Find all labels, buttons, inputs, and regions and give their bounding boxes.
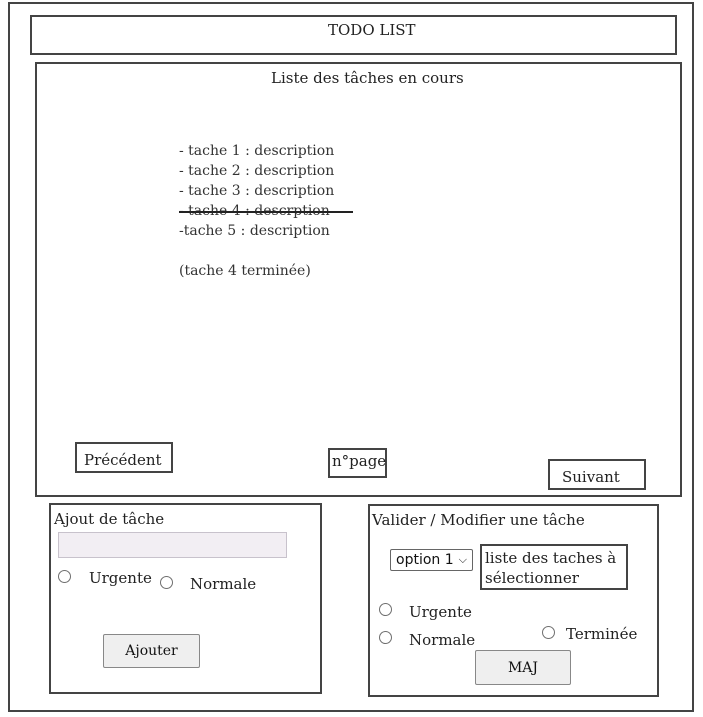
urgent-radio-label: Urgente — [89, 569, 152, 587]
add-task-heading: Ajout de tâche — [54, 510, 165, 528]
page-number: n°page — [328, 448, 387, 478]
select-hint-line-1: liste des taches à — [485, 549, 617, 567]
previous-button[interactable]: Précédent — [75, 442, 173, 473]
task-item-label: -tache 5 : description — [179, 223, 330, 239]
task-item-label: - tache 3 : description — [179, 183, 335, 199]
urgent-radio[interactable] — [58, 570, 71, 583]
task-list-heading: Liste des tâches en cours — [271, 69, 464, 87]
select-hint-box: liste des taches à sélectionner — [480, 544, 628, 590]
update-button-label: MAJ — [507, 659, 539, 676]
task-item-3[interactable]: - tache 3 : description — [179, 181, 334, 201]
task-list-panel: Liste des tâches en cours — [35, 62, 682, 497]
update-button[interactable]: MAJ — [475, 650, 571, 685]
task-item-label: - tache 1 : description — [179, 143, 335, 159]
chevron-down-icon: ⌵ — [458, 553, 467, 566]
edit-task-heading: Valider / Modifier une tâche — [372, 511, 585, 529]
task-item-5[interactable]: -tache 5 : description — [179, 221, 334, 241]
completed-note: (tache 4 terminée) — [179, 261, 334, 281]
task-select-dropdown[interactable]: option 1 ⌵ — [390, 549, 473, 571]
task-select-value: option 1 — [396, 552, 454, 568]
select-hint-line-2: sélectionner — [485, 569, 579, 587]
normal-radio-label: Normale — [190, 575, 257, 593]
header-bar: TODO LIST — [30, 15, 677, 55]
strikethrough-line — [179, 211, 353, 213]
completed-note-label: (tache 4 terminée) — [179, 263, 311, 279]
add-task-button[interactable]: Ajouter — [103, 634, 200, 668]
task-item-label: - tache 2 : description — [179, 163, 335, 179]
edit-normal-radio-label: Normale — [409, 631, 476, 649]
normal-radio[interactable] — [160, 576, 173, 589]
edit-normal-radio[interactable] — [379, 631, 392, 644]
done-radio[interactable] — [542, 626, 555, 639]
next-button-label: Suivant — [562, 468, 620, 486]
task-list: - tache 1 : description - tache 2 : desc… — [179, 141, 353, 281]
done-radio-label: Terminée — [566, 625, 638, 643]
page-title: TODO LIST — [328, 21, 416, 39]
task-name-input[interactable] — [58, 532, 287, 558]
task-item-1[interactable]: - tache 1 : description — [179, 141, 334, 161]
task-item-2[interactable]: - tache 2 : description — [179, 161, 334, 181]
add-task-button-label: Ajouter — [125, 643, 178, 659]
next-button[interactable]: Suivant — [548, 459, 646, 490]
task-item-4-completed[interactable]: - tache 4 : desc­rption — [179, 201, 353, 221]
page-number-label: n°page — [332, 452, 387, 470]
edit-urgent-radio[interactable] — [379, 603, 392, 616]
previous-button-label: Précédent — [84, 451, 162, 469]
edit-urgent-radio-label: Urgente — [409, 603, 472, 621]
